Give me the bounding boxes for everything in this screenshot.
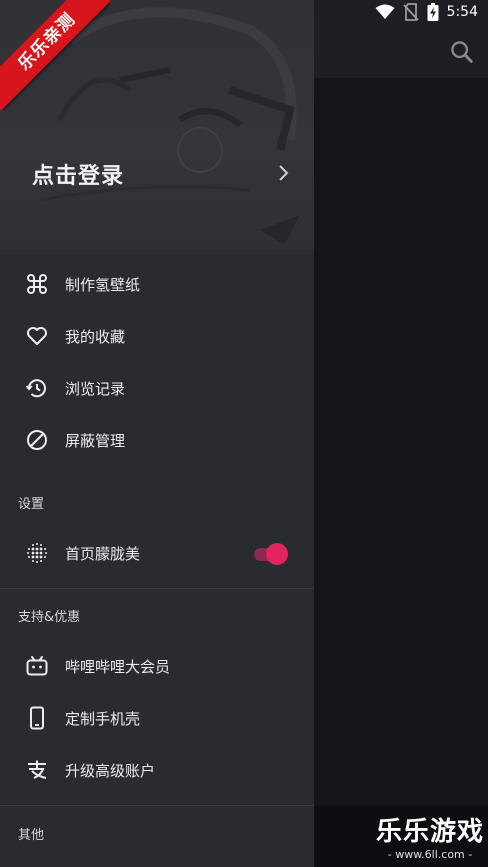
search-icon[interactable] [448,38,476,66]
toggle-thumb [266,543,288,565]
watermark-brand: 乐乐游戏 [375,817,484,847]
bilibili-icon [24,653,50,679]
watermark-ribbon: 乐乐亲测 [0,0,110,110]
menu-label: 升级高级账户 [65,761,156,780]
section-title-support: 支持&优惠 [18,610,81,625]
history-icon [24,375,50,401]
menu-item-upgrade-premium[interactable]: 升级高级账户 [0,744,314,796]
watermark-url: - www.6ll.com - [387,848,473,861]
menu-item-custom-phone-case[interactable]: 定制手机壳 [0,692,314,744]
block-icon [24,427,50,453]
no-sim-icon [402,3,419,21]
watermark-logo: 乐乐游戏 - www.6ll.com - [374,816,486,866]
heart-icon [24,323,50,349]
divider [0,805,314,806]
menu-label: 哔哩哔哩大会员 [65,657,171,676]
menu-label: 我的收藏 [65,327,126,346]
menu-item-bilibili-vip[interactable]: 哔哩哔哩大会员 [0,640,314,692]
chevron-right-icon [279,165,289,181]
status-time: 5:54 [446,4,478,20]
menu-item-history[interactable]: 浏览记录 [0,362,314,414]
menu-label: 浏览记录 [65,379,126,398]
menu-item-block-management[interactable]: 屏蔽管理 [0,414,314,466]
alipay-icon [24,757,50,783]
menu-label: 定制手机壳 [65,709,141,728]
menu-label: 屏蔽管理 [65,431,126,450]
divider [0,588,314,589]
command-icon [24,271,50,297]
section-title-other: 其他 [18,828,45,843]
login-label: 点击登录 [32,164,125,189]
menu-item-favorites[interactable]: 我的收藏 [0,310,314,362]
wifi-icon [375,4,395,19]
menu-label: 制作氢壁纸 [65,275,141,294]
home-blur-toggle[interactable] [250,543,290,565]
ribbon-text: 乐乐亲测 [0,0,110,110]
menu-label: 首页朦胧美 [65,544,141,563]
menu-item-make-wallpaper[interactable]: 制作氢壁纸 [0,258,314,310]
phone-icon [24,705,50,731]
battery-charging-icon [427,3,439,21]
navigation-drawer: 点击登录 制作氢壁纸 我的收藏 浏览记录 屏蔽管理 设置 首页朦胧美 支持&优惠… [0,0,314,867]
dots-grid-icon [24,540,50,566]
section-title-settings: 设置 [18,497,45,512]
